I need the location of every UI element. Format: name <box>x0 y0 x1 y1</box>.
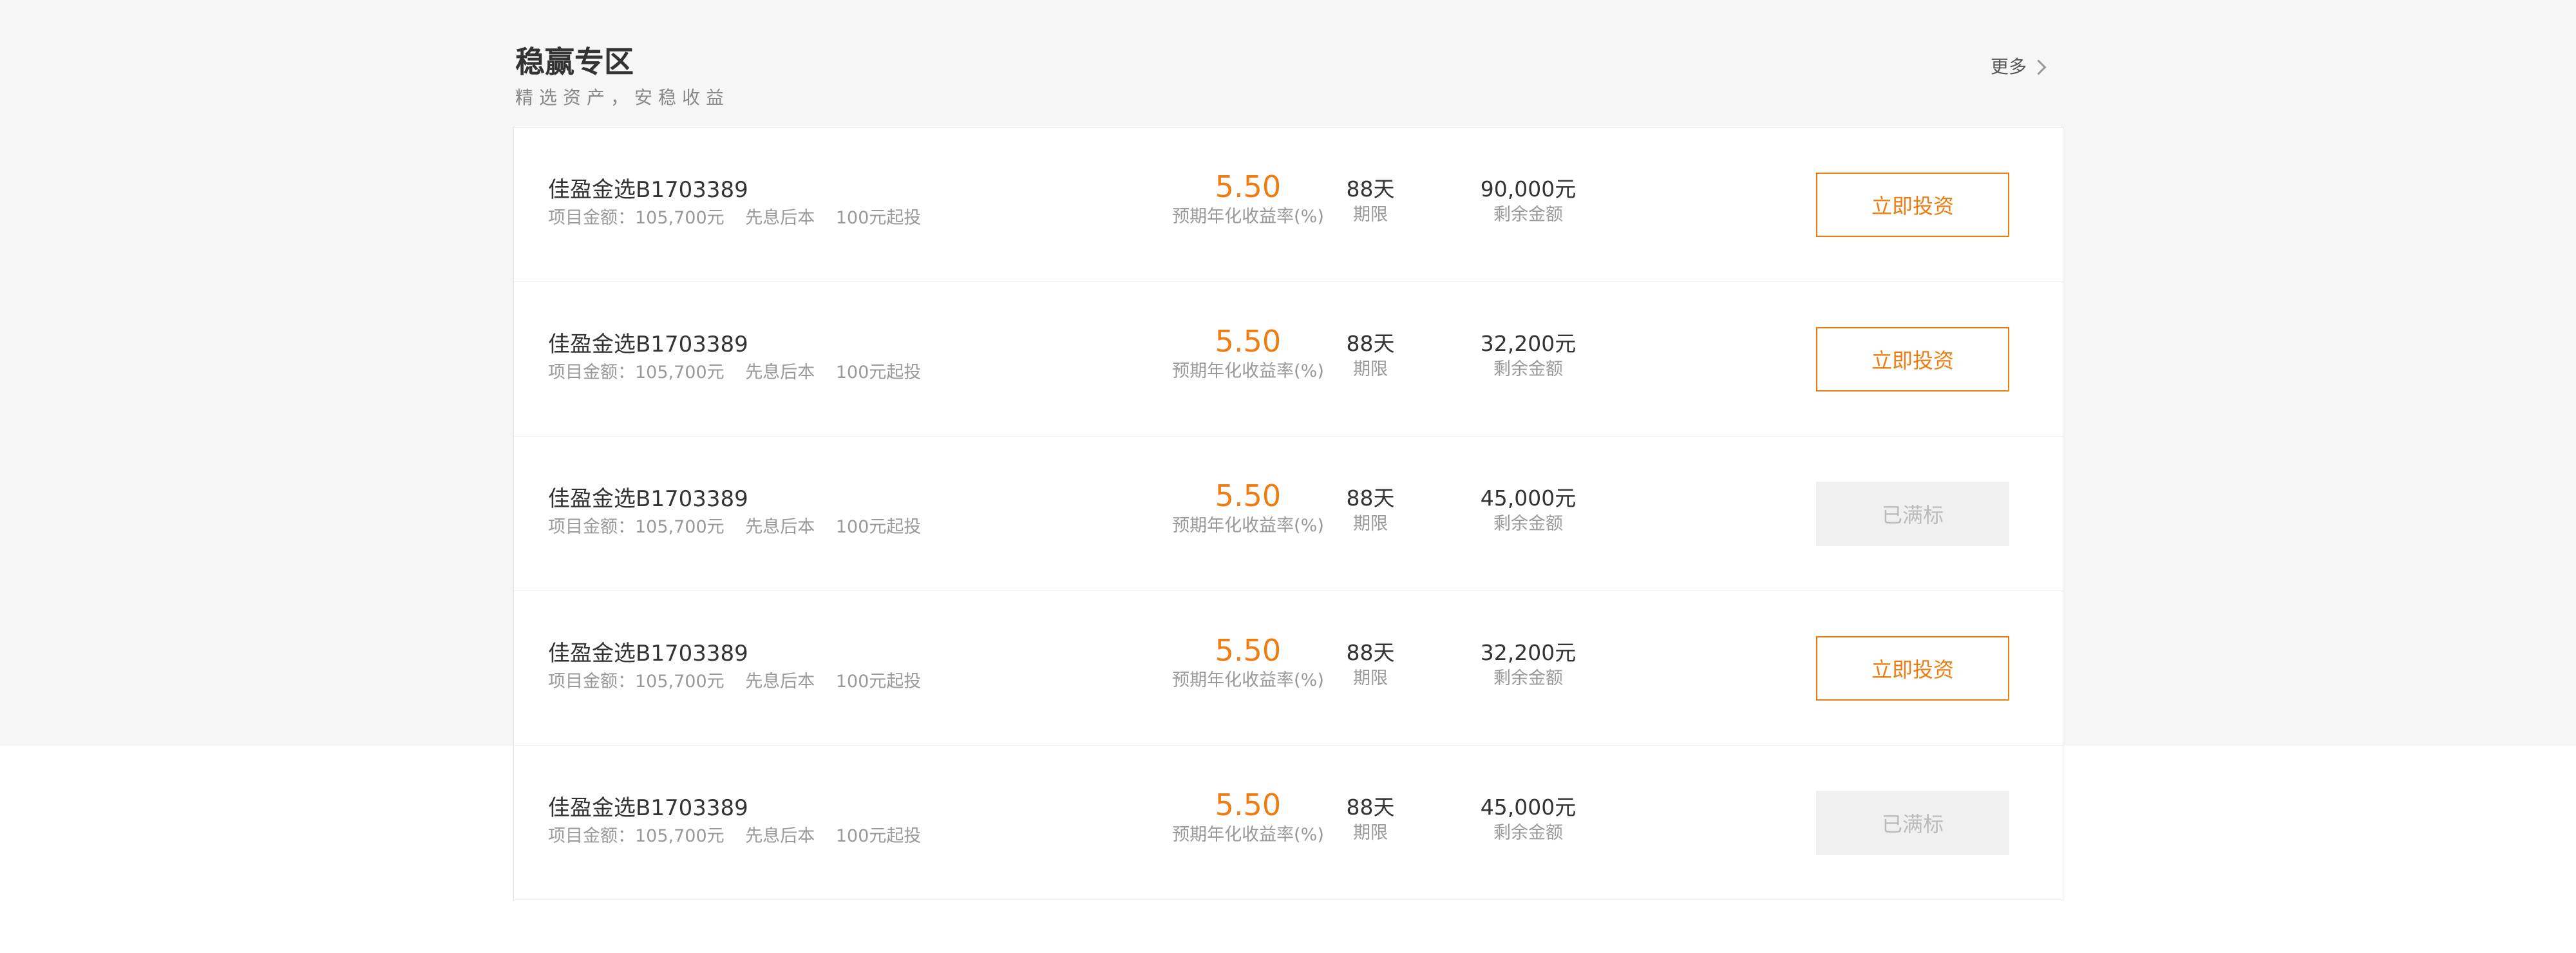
product-row: 佳盈金选B1703389 项目金额：105,700元 先息后本 100元起投 5… <box>514 591 2063 746</box>
product-name: 佳盈金选B1703389 <box>548 641 748 666</box>
remaining-amount: 45,000元 剩余金额 <box>1448 793 1609 845</box>
term: 88天 期限 <box>1306 175 1435 227</box>
project-amount: 项目金额：105,700元 <box>548 672 724 692</box>
repayment-method: 先息后本 <box>745 208 815 228</box>
remaining-label: 剩余金额 <box>1493 359 1563 379</box>
term-label: 期限 <box>1353 823 1388 843</box>
product-name: 佳盈金选B1703389 <box>548 177 748 203</box>
remaining-value: 45,000元 <box>1480 486 1577 511</box>
term-value: 88天 <box>1346 640 1395 665</box>
product-meta: 项目金额：105,700元 先息后本 100元起投 <box>548 824 936 849</box>
term-value: 88天 <box>1346 486 1395 511</box>
term: 88天 期限 <box>1306 484 1435 536</box>
term-value: 88天 <box>1346 331 1395 356</box>
invest-now-button[interactable]: 立即投资 <box>1816 636 2009 701</box>
remaining-value: 32,200元 <box>1480 331 1577 356</box>
remaining-label: 剩余金额 <box>1493 205 1563 225</box>
min-investment: 100元起投 <box>835 208 922 228</box>
min-investment: 100元起投 <box>835 826 922 846</box>
product-meta: 项目金额：105,700元 先息后本 100元起投 <box>548 515 936 540</box>
repayment-method: 先息后本 <box>745 517 815 537</box>
min-investment: 100元起投 <box>835 363 922 382</box>
section-title: 稳赢专区 <box>515 44 634 79</box>
remaining-value: 90,000元 <box>1480 176 1577 202</box>
section-subtitle: 精选资产，安稳收益 <box>515 87 730 108</box>
product-name: 佳盈金选B1703389 <box>548 795 748 821</box>
term: 88天 期限 <box>1306 639 1435 690</box>
more-link[interactable]: 更多 <box>1990 54 2047 80</box>
product-name: 佳盈金选B1703389 <box>548 486 748 512</box>
term-value: 88天 <box>1346 795 1395 820</box>
steady-win-section: 稳赢专区 精选资产，安稳收益 更多 佳盈金选B1703389 项目金额：105,… <box>513 0 2063 900</box>
sold-out-button: 已满标 <box>1816 482 2009 546</box>
min-investment: 100元起投 <box>835 672 922 692</box>
section-header: 稳赢专区 精选资产，安稳收益 更多 <box>513 0 2063 127</box>
term-value: 88天 <box>1346 176 1395 202</box>
term: 88天 期限 <box>1306 793 1435 845</box>
min-investment: 100元起投 <box>835 517 922 537</box>
product-meta: 项目金额：105,700元 先息后本 100元起投 <box>548 361 936 385</box>
remaining-label: 剩余金额 <box>1493 823 1563 843</box>
product-row: 佳盈金选B1703389 项目金额：105,700元 先息后本 100元起投 5… <box>514 746 2063 900</box>
term-label: 期限 <box>1353 668 1388 688</box>
term-label: 期限 <box>1353 514 1388 534</box>
product-meta: 项目金额：105,700元 先息后本 100元起投 <box>548 670 936 694</box>
term-label: 期限 <box>1353 205 1388 225</box>
invest-now-button[interactable]: 立即投资 <box>1816 173 2009 237</box>
term-label: 期限 <box>1353 359 1388 379</box>
sold-out-button: 已满标 <box>1816 791 2009 855</box>
repayment-method: 先息后本 <box>745 363 815 382</box>
remaining-label: 剩余金额 <box>1493 668 1563 688</box>
product-row: 佳盈金选B1703389 项目金额：105,700元 先息后本 100元起投 5… <box>514 437 2063 591</box>
product-list: 佳盈金选B1703389 项目金额：105,700元 先息后本 100元起投 5… <box>513 127 2063 900</box>
remaining-amount: 90,000元 剩余金额 <box>1448 175 1609 227</box>
repayment-method: 先息后本 <box>745 826 815 846</box>
remaining-amount: 32,200元 剩余金额 <box>1448 639 1609 690</box>
product-row: 佳盈金选B1703389 项目金额：105,700元 先息后本 100元起投 5… <box>514 127 2063 282</box>
remaining-amount: 45,000元 剩余金额 <box>1448 484 1609 536</box>
project-amount: 项目金额：105,700元 <box>548 517 724 537</box>
product-meta: 项目金额：105,700元 先息后本 100元起投 <box>548 206 936 231</box>
repayment-method: 先息后本 <box>745 672 815 692</box>
project-amount: 项目金额：105,700元 <box>548 363 724 382</box>
remaining-label: 剩余金额 <box>1493 514 1563 534</box>
more-link-label: 更多 <box>1990 56 2027 77</box>
product-row: 佳盈金选B1703389 项目金额：105,700元 先息后本 100元起投 5… <box>514 282 2063 437</box>
remaining-value: 32,200元 <box>1480 640 1577 665</box>
invest-now-button[interactable]: 立即投资 <box>1816 327 2009 392</box>
remaining-amount: 32,200元 剩余金额 <box>1448 330 1609 381</box>
project-amount: 项目金额：105,700元 <box>548 826 724 846</box>
product-name: 佳盈金选B1703389 <box>548 332 748 357</box>
project-amount: 项目金额：105,700元 <box>548 208 724 228</box>
remaining-value: 45,000元 <box>1480 795 1577 820</box>
chevron-right-icon <box>2031 59 2047 75</box>
term: 88天 期限 <box>1306 330 1435 381</box>
